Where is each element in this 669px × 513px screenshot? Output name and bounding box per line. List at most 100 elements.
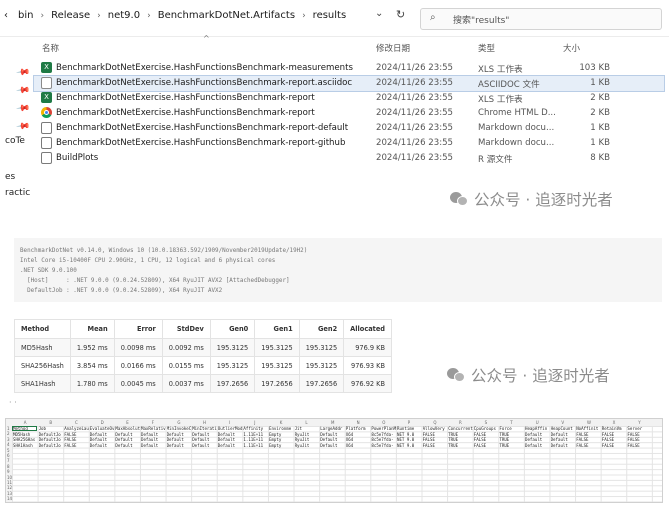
sheet-cell[interactable]: Default [551,432,576,437]
sheet-cell[interactable]: Platform [346,426,371,431]
search-input[interactable]: ⌕ 搜索"results" [420,8,662,30]
sheet-cell[interactable]: FALSE [474,432,499,437]
column-letter[interactable]: D [101,420,104,425]
sheet-cell[interactable]: LargeAddr [320,426,345,431]
sheet-cell[interactable]: Default [90,443,115,448]
sheet-cell[interactable]: Default [525,432,550,437]
sheet-cell[interactable]: Default [90,432,115,437]
sheet-cell[interactable]: Default [551,437,576,442]
sheet-cell[interactable]: FALSE [423,443,448,448]
column-letter[interactable]: X [613,420,616,425]
column-letter[interactable]: O [382,420,385,425]
sheet-cell[interactable]: 1.11E+11 [243,443,268,448]
sheet-cell[interactable]: TRUE [448,432,473,437]
sheet-cell[interactable]: Force [499,426,524,431]
sheet-cell[interactable]: Default [141,432,166,437]
selected-cell[interactable] [12,426,37,431]
sheet-cell[interactable]: AnalyzeLau [64,426,89,431]
sheet-cell[interactable]: Default [218,443,243,448]
column-letter[interactable]: T [510,420,512,425]
pin-icon[interactable]: 📌 [15,120,30,135]
breadcrumb-results[interactable]: results [313,10,347,21]
sheet-cell[interactable]: Default [192,432,217,437]
column-letter[interactable]: C [75,420,78,425]
sheet-cell[interactable]: FALSE [602,432,627,437]
breadcrumb-release[interactable]: Release [51,10,90,21]
sheet-cell[interactable]: Runtime [397,426,422,431]
file-row[interactable]: BenchmarkDotNetExercise.HashFunctionsBen… [34,121,664,136]
column-letter[interactable]: R [459,420,462,425]
sheet-cell[interactable]: MinIterati [192,426,217,431]
sheet-cell[interactable]: X64 [346,432,371,437]
column-letter[interactable]: Q [433,420,436,425]
sheet-cell[interactable]: MaxRelativ [141,426,166,431]
sheet-cell[interactable]: Default [218,432,243,437]
sheet-cell[interactable]: Default [192,443,217,448]
column-header-name[interactable]: 名称 [42,42,59,54]
column-letter[interactable]: F [152,420,154,425]
refresh-icon[interactable]: ↻ [396,8,405,21]
file-row[interactable]: BenchmarkDotNetExercise.HashFunctionsBen… [34,136,664,151]
sheet-cell[interactable]: FALSE [64,437,89,442]
sheet-cell[interactable]: Concurrent [448,426,473,431]
column-letter[interactable]: K [280,420,283,425]
column-letter[interactable]: S [485,420,488,425]
column-letter[interactable]: J [254,420,255,425]
sheet-cell[interactable]: NET 9.0 [397,443,422,448]
sheet-cell[interactable]: FALSE [423,432,448,437]
sheet-cell[interactable]: RyuJit [295,437,320,442]
sheet-cell[interactable]: NET 9.0 [397,432,422,437]
sheet-cell[interactable]: Jit [295,426,320,431]
sheet-cell[interactable]: FALSE [627,437,652,442]
sheet-cell[interactable]: Job [39,426,64,431]
sheet-cell[interactable]: Default [115,437,140,442]
file-row[interactable]: X BenchmarkDotNetExercise.HashFunctionsB… [34,61,664,76]
sheet-cell[interactable]: TRUE [499,432,524,437]
sheet-cell[interactable]: OutlierMod [218,426,243,431]
sheet-cell[interactable]: SHA256Has [13,437,38,442]
row-number[interactable]: 3 [7,437,10,442]
row-number[interactable]: 5 [7,448,10,453]
column-letter[interactable]: M [331,420,334,425]
pin-icon[interactable]: 📌 [15,102,30,117]
nav-item[interactable]: ractic [5,188,30,198]
sheet-cell[interactable]: FALSE [576,437,601,442]
row-number[interactable]: 7 [7,458,10,463]
column-letter[interactable]: L [305,420,307,425]
sheet-cell[interactable]: NET 9.0 [397,437,422,442]
sheet-cell[interactable]: MD5Hash [13,432,38,437]
row-number[interactable]: 4 [7,442,10,447]
row-number[interactable]: 9 [7,469,10,474]
column-letter[interactable]: V [561,420,564,425]
sheet-cell[interactable]: FALSE [474,437,499,442]
sheet-cell[interactable]: RyuJit [295,432,320,437]
sheet-cell[interactable]: DefaultJo [39,437,64,442]
sheet-cell[interactable]: Default [90,437,115,442]
column-letter[interactable]: Y [638,420,640,425]
sheet-cell[interactable]: Environme [269,426,294,431]
sheet-cell[interactable]: FALSE [64,432,89,437]
sheet-cell[interactable]: MinInvokeC [167,426,192,431]
sheet-cell[interactable]: 8c5e7fda- [371,432,396,437]
sheet-cell[interactable]: HeapCount [551,426,576,431]
sheet-cell[interactable]: TRUE [448,437,473,442]
breadcrumb-artifacts[interactable]: BenchmarkDotNet.Artifacts [158,10,295,21]
sheet-cell[interactable]: Default [192,437,217,442]
column-letter[interactable]: H [203,420,206,425]
row-number[interactable]: 1 [7,426,10,431]
column-letter[interactable]: G [177,420,180,425]
sheet-cell[interactable]: Default [141,437,166,442]
column-letter[interactable]: I [229,420,230,425]
file-row[interactable]: X BenchmarkDotNetExercise.HashFunctionsB… [34,91,664,106]
sheet-cell[interactable]: FALSE [576,443,601,448]
sheet-cell[interactable]: Empty [269,437,294,442]
sheet-cell[interactable]: RyuJit [295,443,320,448]
sheet-cell[interactable]: Default [551,443,576,448]
sheet-cell[interactable]: HeapAffin [525,426,550,431]
sheet-cell[interactable]: FALSE [602,437,627,442]
sheet-cell[interactable]: Empty [269,443,294,448]
sheet-cell[interactable]: Affinity [243,426,268,431]
file-row[interactable]: BuildPlots 2024/11/26 23:55 R 源文件 8 KB [34,151,664,166]
breadcrumb-net90[interactable]: net9.0 [108,10,140,21]
sheet-cell[interactable]: EvaluateOv [90,426,115,431]
